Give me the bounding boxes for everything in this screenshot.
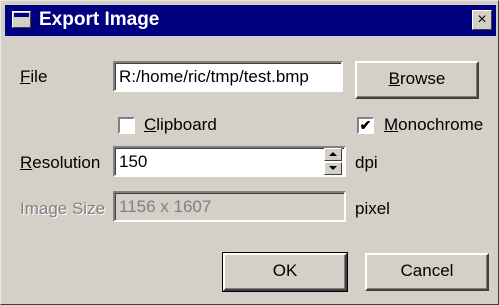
ok-button[interactable]: OK (222, 252, 348, 292)
resolution-label: Resolution (20, 153, 101, 172)
export-image-dialog: Export Image × File R:/home/ric/tmp/test… (0, 0, 499, 305)
arrow-down-icon (329, 166, 337, 170)
check-mark-icon: ✔ (359, 117, 372, 133)
clipboard-label[interactable]: Clipboard (144, 115, 217, 135)
monochrome-label[interactable]: Monochrome (384, 115, 483, 135)
window-icon (12, 11, 31, 28)
monochrome-checkbox[interactable]: ✔ (357, 117, 374, 134)
file-label: File (20, 67, 48, 86)
file-path-input[interactable]: R:/home/ric/tmp/test.bmp (113, 61, 343, 92)
clipboard-checkbox[interactable] (118, 117, 135, 134)
spin-up-button[interactable] (324, 148, 342, 161)
image-size-label: Image Size (20, 199, 106, 218)
resolution-unit: dpi (355, 153, 378, 172)
close-button[interactable]: × (472, 10, 492, 30)
image-size-field: 1156 x 1607 (113, 191, 346, 222)
image-size-unit: pixel (355, 199, 390, 218)
title-bar[interactable]: Export Image × (5, 5, 496, 36)
browse-button[interactable]: Browse (355, 61, 479, 99)
resolution-spinner (324, 148, 342, 175)
spin-down-button[interactable] (324, 162, 342, 175)
cancel-button[interactable]: Cancel (365, 253, 489, 291)
arrow-up-icon (329, 152, 337, 156)
resolution-input[interactable]: 150 (113, 146, 346, 177)
dialog-title: Export Image (39, 9, 160, 30)
